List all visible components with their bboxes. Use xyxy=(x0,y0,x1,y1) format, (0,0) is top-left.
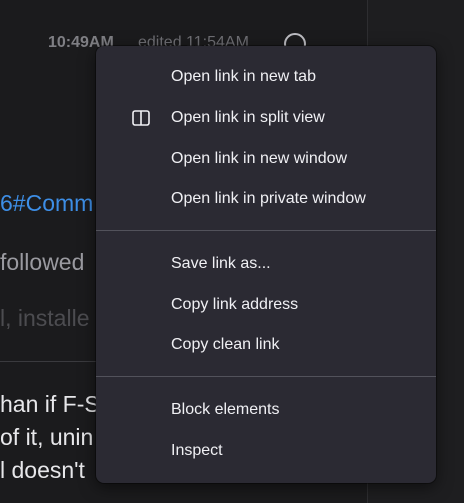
menu-item-label: Inspect xyxy=(171,442,223,459)
message-text-followed: followed xyxy=(0,249,85,275)
message-link[interactable]: 6#Comm xyxy=(0,190,93,217)
menu-item-copy-link-address[interactable]: Copy link address xyxy=(96,285,436,325)
message-text-installed: l, installe xyxy=(0,305,90,331)
menu-item-copy-clean-link[interactable]: Copy clean link xyxy=(96,325,436,365)
message-text-line: l doesn't xyxy=(0,457,85,483)
message-text-line: of it, unin xyxy=(0,424,94,450)
message-text-line: han if F-Sc xyxy=(0,391,112,417)
menu-item-open-new-tab[interactable]: Open link in new tab xyxy=(96,57,436,97)
menu-item-label: Save link as... xyxy=(171,255,271,272)
menu-item-label: Block elements xyxy=(171,401,280,418)
message-divider xyxy=(0,361,100,362)
menu-item-label: Open link in split view xyxy=(171,109,325,126)
menu-item-open-private-window[interactable]: Open link in private window xyxy=(96,179,436,219)
menu-item-inspect[interactable]: Inspect xyxy=(96,431,436,471)
menu-item-label: Open link in new window xyxy=(171,150,348,167)
split-view-icon xyxy=(132,110,150,126)
menu-item-open-new-window[interactable]: Open link in new window xyxy=(96,139,436,179)
menu-item-label: Copy link address xyxy=(171,296,299,313)
menu-separator xyxy=(96,230,436,231)
menu-item-label: Open link in new tab xyxy=(171,68,316,85)
menu-item-open-split-view[interactable]: Open link in split view xyxy=(96,98,436,138)
menu-item-label: Copy clean link xyxy=(171,336,280,353)
menu-separator xyxy=(96,376,436,377)
link-context-menu: Open link in new tab Open link in split … xyxy=(96,46,436,483)
menu-item-block-elements[interactable]: Block elements xyxy=(96,390,436,430)
menu-item-save-link-as[interactable]: Save link as... xyxy=(96,244,436,284)
menu-item-label: Open link in private window xyxy=(171,190,366,207)
